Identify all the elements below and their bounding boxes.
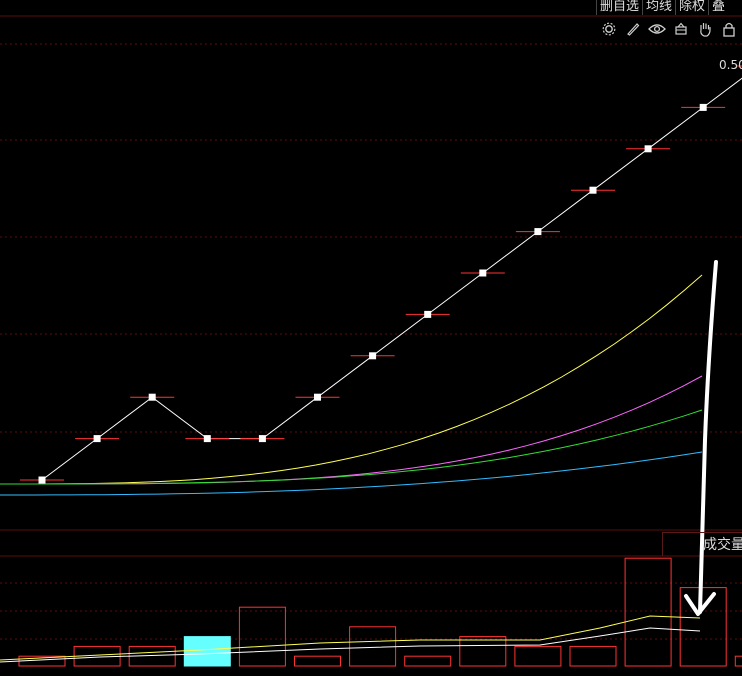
toolbar: 删自选 均线 除权 叠: [596, 0, 728, 15]
price-point: [93, 435, 101, 443]
chart-tool-icons: [600, 20, 738, 38]
volume-bar: [734, 655, 742, 667]
price-point: [369, 352, 377, 360]
volume-bar: [238, 606, 286, 667]
price-point: [479, 269, 487, 277]
annotation-arrow: [684, 260, 718, 616]
chart-grid: [0, 15, 742, 640]
price-axis-label: 0.50: [719, 58, 742, 72]
volume-bar: [404, 655, 452, 667]
price-point: [258, 435, 266, 443]
price-series: [20, 65, 742, 484]
annotation-arrow-line: [698, 260, 718, 614]
ex-rights-button[interactable]: 除权: [675, 0, 708, 15]
price-point: [534, 228, 542, 236]
hand-icon[interactable]: [696, 20, 714, 38]
remove-watchlist-button[interactable]: 删自选: [596, 0, 642, 15]
volume-panel-label: 成交量: [662, 532, 742, 556]
moving-average-lines: [0, 274, 703, 496]
volume-bar: [294, 655, 341, 667]
price-point: [148, 393, 156, 401]
eye-icon[interactable]: [648, 20, 666, 38]
volume-bar: [349, 626, 397, 667]
overlay-button[interactable]: 叠: [708, 0, 728, 15]
volume-bar: [459, 636, 507, 667]
price-point: [644, 145, 652, 153]
volume-bar: [569, 645, 617, 667]
ma-line-1: [0, 274, 703, 485]
price-point: [203, 435, 211, 443]
volume-bars: [0, 557, 742, 667]
price-point: [699, 103, 707, 111]
price-point: [38, 476, 46, 484]
ma-line-4: [0, 451, 703, 496]
lock-icon[interactable]: [720, 20, 738, 38]
price-point: [424, 310, 432, 318]
stock-chart-screen: 删自选 均线 除权 叠 0.50 成交量: [0, 0, 742, 676]
price-chart[interactable]: [0, 0, 742, 676]
volume-bar: [514, 645, 562, 667]
moving-average-button[interactable]: 均线: [642, 0, 675, 15]
volume-bar: [183, 636, 231, 667]
basket-icon[interactable]: [672, 20, 690, 38]
price-line: [41, 77, 742, 481]
gear-icon[interactable]: [600, 20, 618, 38]
price-point: [589, 186, 597, 194]
volume-bar: [624, 557, 672, 667]
pen-icon[interactable]: [624, 20, 642, 38]
ma-line-2: [0, 375, 703, 485]
ma-line-3: [0, 409, 703, 485]
price-point: [314, 393, 321, 401]
